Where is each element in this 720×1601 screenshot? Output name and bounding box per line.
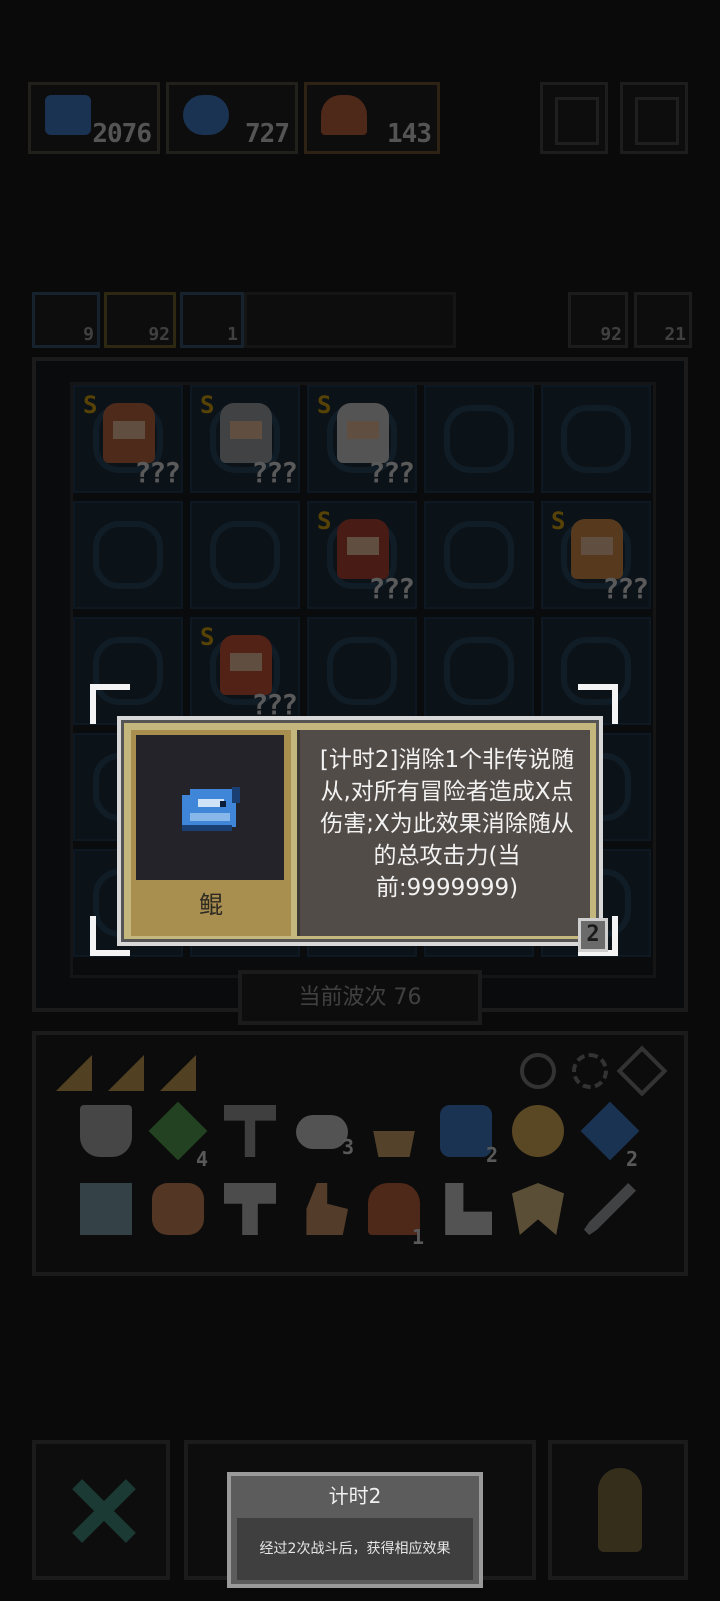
item-detail-popup: 鲲 [计时2]消除1个非传说随从,对所有冒险者造成X点伤害;X为此效果消除随从的… [117, 716, 603, 946]
item-count: 3 [341, 1135, 354, 1159]
gear-filter-icon[interactable] [572, 1053, 608, 1089]
priest-face [347, 421, 379, 439]
unit-tier: S [317, 507, 332, 535]
board-cell[interactable] [424, 617, 534, 725]
resource-hero: 143 [304, 82, 440, 154]
unit-hp: ??? [602, 572, 649, 605]
pawn-button[interactable] [548, 1440, 688, 1580]
resource-squirrel: 727 [166, 82, 298, 154]
archer-face [581, 537, 613, 555]
inventory-panel: 4 3 2 2 1 [32, 1031, 688, 1276]
stat-timer: 1 [180, 292, 244, 348]
stat-house-value: 92 [600, 324, 622, 345]
tab-triangle-icon[interactable] [108, 1055, 144, 1091]
unit-hp: ??? [134, 456, 181, 489]
wave-indicator: 当前波次 76 [238, 970, 482, 1025]
cancel-button[interactable] [32, 1440, 170, 1580]
potion-count: 2 [626, 1147, 639, 1171]
unit-hp: ??? [368, 572, 415, 605]
pawn-icon [598, 1468, 642, 1552]
item-description-panel: [计时2]消除1个非传说随从,对所有冒险者造成X点伤害;X为此效果消除随从的总攻… [297, 730, 590, 936]
cloud-icon[interactable]: 3 [296, 1115, 354, 1159]
stat-key: 21 [634, 292, 692, 348]
hero-face [113, 421, 145, 439]
board-cell[interactable] [73, 501, 183, 609]
stat-attack-value: 9 [83, 324, 94, 345]
squirrel-icon [183, 95, 229, 135]
unit-card[interactable]: S ??? [73, 385, 183, 493]
cart-icon[interactable] [80, 1183, 132, 1235]
hero-icon [321, 95, 367, 135]
board-cell[interactable] [541, 385, 651, 493]
stat-gold: 92 [104, 292, 176, 348]
tab-triangle-icon[interactable] [56, 1055, 92, 1091]
wave-label: 当前波次 76 [298, 985, 422, 1010]
stat-attack: 9 [32, 292, 100, 348]
unit-card[interactable]: S ??? [190, 617, 300, 725]
item-level-badge: 2 [578, 918, 608, 952]
kun-fish-icon [182, 787, 240, 831]
unit-card[interactable]: S ??? [190, 385, 300, 493]
board-cell[interactable] [190, 501, 300, 609]
keyword-tooltip: 计时2 经过2次战斗后，获得相应效果 [227, 1472, 483, 1588]
fish-icon[interactable]: 2 [440, 1105, 498, 1167]
board-cell[interactable] [424, 501, 534, 609]
stat-progress-bar [244, 292, 456, 348]
warrior-face [347, 537, 379, 555]
item-icon-frame [136, 735, 284, 880]
tooltip-body: 经过2次战斗后，获得相应效果 [237, 1518, 473, 1580]
fish-icon [45, 95, 91, 135]
anvil-icon[interactable] [224, 1183, 276, 1235]
unit-tier: S [83, 391, 98, 419]
unit-card[interactable]: S ??? [541, 501, 651, 609]
unit-tier: S [551, 507, 566, 535]
finger-icon[interactable] [306, 1183, 348, 1235]
board-cell[interactable] [424, 385, 534, 493]
gem-count: 4 [196, 1147, 209, 1171]
stat-key-value: 21 [664, 324, 686, 345]
gear-icon[interactable] [512, 1105, 564, 1157]
resource-fish: 2076 [28, 82, 160, 154]
resource-hero-value: 143 [387, 119, 432, 149]
resource-fish-value: 2076 [92, 119, 152, 149]
hero-count: 1 [412, 1225, 425, 1249]
board-cell[interactable] [307, 617, 417, 725]
ring-icon[interactable] [520, 1053, 556, 1089]
item-name: 鲲 [199, 891, 223, 919]
unit-tier: S [200, 623, 215, 651]
list-icon [635, 97, 679, 145]
item-description: [计时2]消除1个非传说随从,对所有冒险者造成X点伤害;X为此效果消除随从的总攻… [319, 747, 575, 901]
hammer-icon[interactable] [224, 1105, 276, 1157]
sword-icon[interactable] [584, 1183, 636, 1235]
creature-icon[interactable] [152, 1183, 204, 1235]
unit-hp: ??? [251, 456, 298, 489]
unit-hp: ??? [368, 456, 415, 489]
menu-button[interactable] [620, 82, 688, 154]
settings-button[interactable] [540, 82, 608, 154]
diamond-icon[interactable] [616, 1045, 668, 1097]
tooltip-title: 计时2 [328, 1484, 382, 1508]
unit-card[interactable]: S ??? [307, 385, 417, 493]
tab-triangle-icon[interactable] [160, 1055, 196, 1091]
brute-face [230, 653, 262, 671]
unit-card[interactable]: S ??? [307, 501, 417, 609]
ship-icon[interactable] [373, 1131, 415, 1157]
unit-tier: S [200, 391, 215, 419]
resource-squirrel-value: 727 [245, 119, 290, 149]
gear-icon [555, 97, 599, 145]
shield-icon[interactable] [80, 1105, 132, 1157]
unit-tier: S [317, 391, 332, 419]
boot-icon[interactable] [445, 1183, 492, 1235]
knight-face [230, 421, 262, 439]
item-portrait-panel: 鲲 [131, 730, 291, 936]
stat-house: 92 [568, 292, 628, 348]
stat-timer-value: 1 [227, 324, 238, 345]
wings-icon[interactable] [512, 1183, 564, 1235]
stat-gold-value: 92 [148, 324, 170, 345]
item-count: 2 [485, 1143, 498, 1167]
